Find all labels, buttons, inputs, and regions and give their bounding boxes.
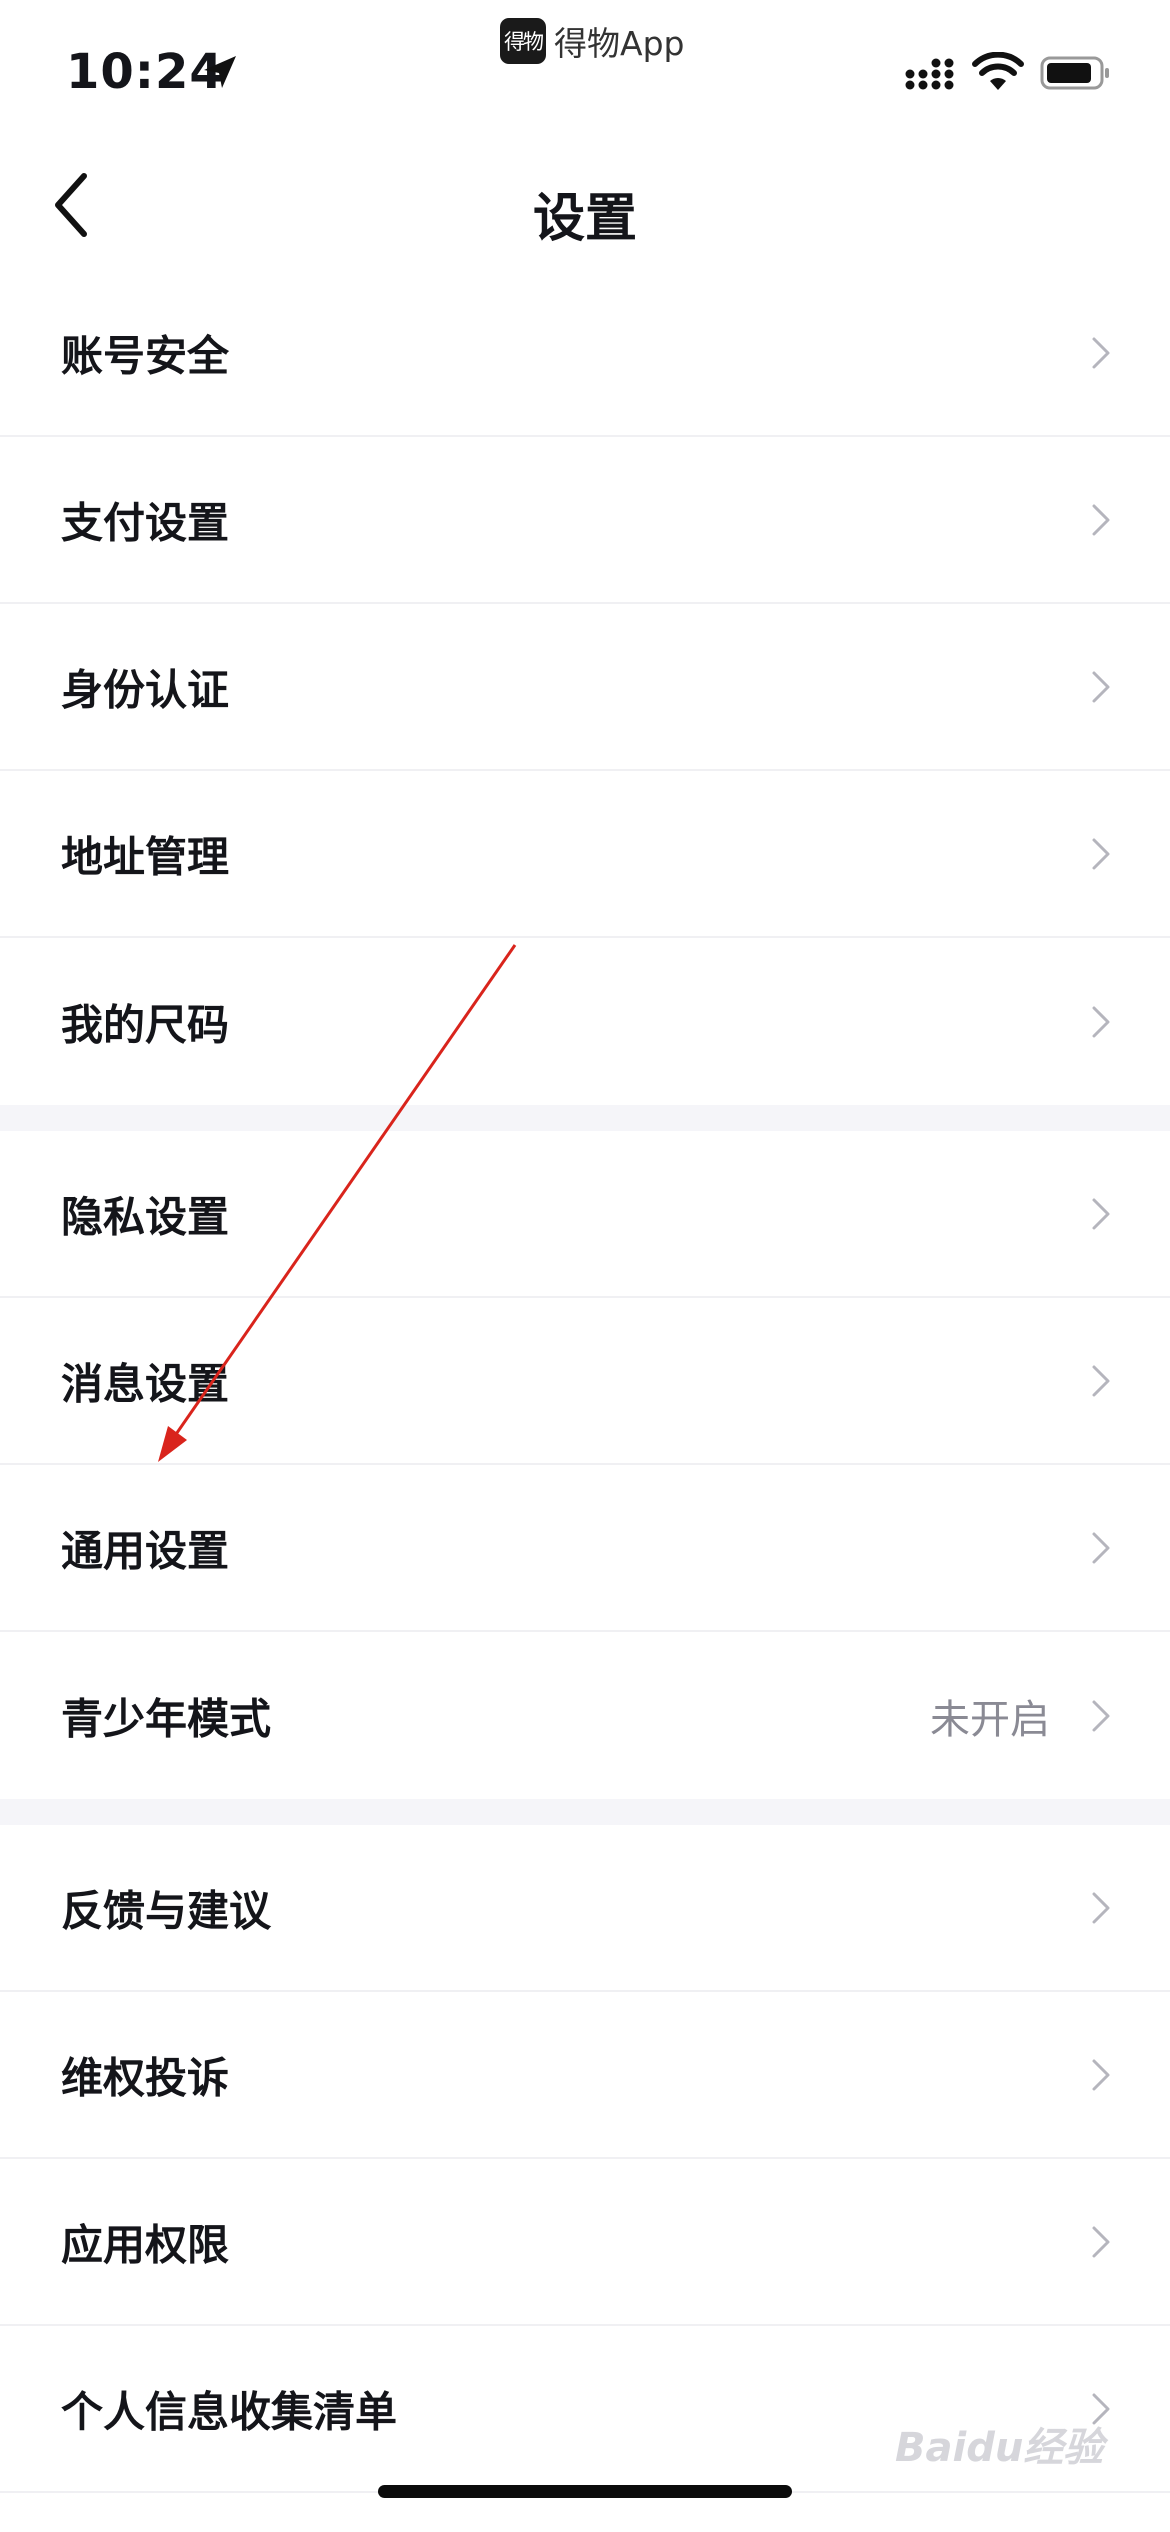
- location-arrow-icon: [204, 56, 236, 88]
- settings-row-privacy[interactable]: 隐私设置: [0, 1131, 1170, 1298]
- row-label: 我的尺码: [61, 1000, 230, 1049]
- row-label: 身份认证: [61, 665, 230, 714]
- chevron-right-icon: [1092, 671, 1110, 702]
- group-separator: [0, 1799, 1170, 1825]
- chevron-right-icon: [1092, 1700, 1110, 1731]
- settings-row-app-permissions[interactable]: 应用权限: [0, 2159, 1170, 2326]
- chevron-right-icon: [1092, 1892, 1110, 1923]
- settings-row-general[interactable]: 通用设置: [0, 1465, 1170, 1632]
- teen-mode-status: 未开启: [930, 1696, 1050, 1743]
- row-label: 个人信息收集清单: [61, 2387, 398, 2436]
- chevron-right-icon: [1092, 1365, 1110, 1396]
- chevron-right-icon: [1092, 337, 1110, 368]
- row-label: 隐私设置: [61, 1192, 230, 1241]
- wifi-icon: [972, 52, 1024, 90]
- chevron-right-icon: [1092, 1006, 1110, 1037]
- chevron-right-icon: [1092, 2226, 1110, 2257]
- settings-row-feedback[interactable]: 反馈与建议: [0, 1825, 1170, 1992]
- row-label: 支付设置: [61, 498, 230, 547]
- row-label: 青少年模式: [61, 1694, 272, 1743]
- settings-row-address[interactable]: 地址管理: [0, 771, 1170, 938]
- settings-row-account-security[interactable]: 账号安全: [0, 270, 1170, 437]
- app-name: 得物App: [554, 24, 685, 63]
- app-indicator: 得物 得物App: [500, 18, 684, 64]
- chevron-right-icon: [1092, 838, 1110, 869]
- settings-row-teen-mode[interactable]: 青少年模式 未开启: [0, 1632, 1170, 1799]
- row-label: 通用设置: [61, 1526, 230, 1575]
- settings-list: 账号安全 支付设置 身份认证 地址管理 我的尺码 隐私设置 消息设置 通用设置 …: [0, 270, 1170, 2493]
- navigation-bar: 设置: [0, 140, 1170, 270]
- battery-icon: [1040, 56, 1109, 90]
- group-separator: [0, 1105, 1170, 1131]
- cellular-signal-icon: [905, 58, 954, 90]
- status-bar: 10:24 得物 得物App: [0, 0, 1170, 140]
- chevron-right-icon: [1092, 2059, 1110, 2090]
- settings-row-notifications[interactable]: 消息设置: [0, 1298, 1170, 1465]
- settings-row-payment[interactable]: 支付设置: [0, 437, 1170, 604]
- row-label: 账号安全: [61, 331, 230, 380]
- baidu-watermark: Baidu经验: [895, 2425, 1104, 2471]
- row-label: 维权投诉: [61, 2053, 230, 2102]
- page-title: 设置: [532, 189, 637, 249]
- row-label: 消息设置: [61, 1359, 230, 1408]
- row-label: 反馈与建议: [61, 1886, 272, 1935]
- chevron-right-icon: [1092, 504, 1110, 535]
- chevron-right-icon: [1092, 1198, 1110, 1229]
- settings-row-complaints[interactable]: 维权投诉: [0, 1992, 1170, 2159]
- app-logo: 得物: [500, 18, 546, 64]
- row-label: 地址管理: [61, 832, 230, 881]
- settings-row-my-size[interactable]: 我的尺码: [0, 938, 1170, 1105]
- chevron-right-icon: [1092, 1532, 1110, 1563]
- settings-row-identity-verification[interactable]: 身份认证: [0, 604, 1170, 771]
- home-indicator[interactable]: [378, 2485, 792, 2498]
- row-label: 应用权限: [61, 2220, 230, 2269]
